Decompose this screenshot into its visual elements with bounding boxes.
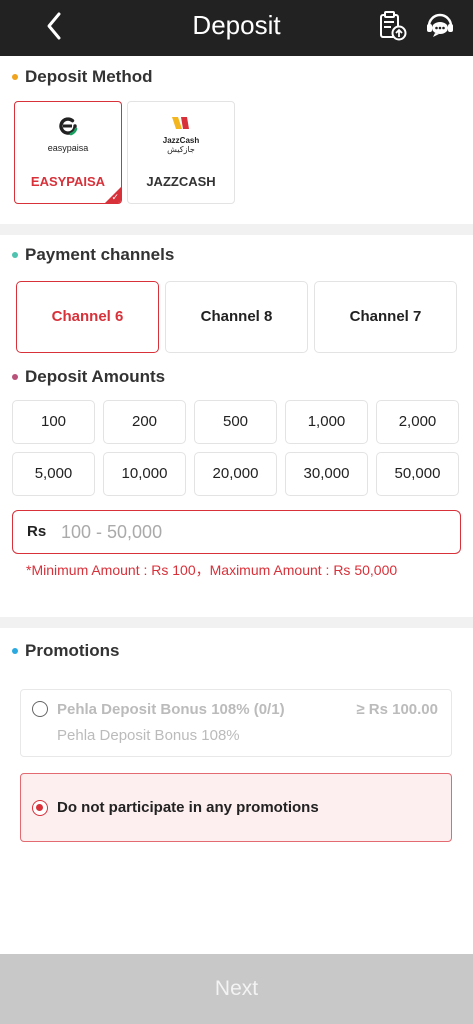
- header-bar: Deposit: [0, 0, 473, 56]
- amount-option[interactable]: 30,000: [285, 452, 368, 496]
- amount-option[interactable]: 500: [194, 400, 277, 444]
- promo-option-first-deposit[interactable]: Pehla Deposit Bonus 108% (0/1) ≥ Rs 100.…: [20, 689, 452, 757]
- section-dot-icon: [12, 252, 18, 258]
- promo-option-none[interactable]: Do not participate in any promotions: [20, 773, 452, 842]
- radio-button-selected[interactable]: [32, 800, 48, 816]
- jazzcash-logo-text: JazzCash: [162, 135, 200, 145]
- amount-limits-note: *Minimum Amount : Rs 100，Maximum Amount …: [26, 562, 398, 578]
- amount-option[interactable]: 5,000: [12, 452, 95, 496]
- amount-input[interactable]: [61, 517, 441, 547]
- channel-8-button[interactable]: Channel 8: [165, 281, 308, 353]
- method-jazzcash-label: JAZZCASH: [146, 174, 216, 189]
- jazzcash-logo-urdu: جازکیش: [167, 144, 195, 154]
- promo-name: Do not participate in any promotions: [57, 799, 319, 816]
- payment-channels-heading: Payment channels: [12, 245, 174, 265]
- deposit-amounts-heading: Deposit Amounts: [12, 367, 165, 387]
- currency-label: Rs: [27, 523, 47, 540]
- next-button[interactable]: Next: [0, 954, 473, 1024]
- amount-option[interactable]: 100: [12, 400, 95, 444]
- jazzcash-logo: JazzCash جازکیش: [128, 110, 234, 158]
- amount-option[interactable]: 1,000: [285, 400, 368, 444]
- deposit-method-title: Deposit Method: [25, 67, 153, 86]
- method-easypaisa[interactable]: easypaisa EASYPAISA ✓: [14, 101, 122, 204]
- amount-option[interactable]: 20,000: [194, 452, 277, 496]
- channel-6-button[interactable]: Channel 6: [16, 281, 159, 353]
- promo-subtitle: Pehla Deposit Bonus 108%: [57, 727, 240, 744]
- amount-option[interactable]: 50,000: [376, 452, 459, 496]
- easypaisa-logo: easypaisa: [15, 110, 121, 158]
- deposit-record-icon[interactable]: [374, 9, 408, 43]
- jazzcash-mark-icon: [172, 116, 189, 129]
- deposit-method-heading: Deposit Method: [12, 67, 153, 87]
- channel-7-button[interactable]: Channel 7: [314, 281, 457, 353]
- radio-button[interactable]: [32, 701, 48, 717]
- check-icon: ✓: [111, 192, 119, 202]
- section-dot-icon: [12, 374, 18, 380]
- deposit-amounts-title: Deposit Amounts: [25, 367, 166, 386]
- amount-input-box[interactable]: Rs: [12, 510, 461, 554]
- section-divider: [0, 224, 473, 235]
- section-dot-icon: [12, 74, 18, 80]
- section-dot-icon: [12, 648, 18, 654]
- payment-channels-title: Payment channels: [25, 245, 175, 264]
- promotions-heading: Promotions: [12, 641, 119, 661]
- customer-service-icon[interactable]: [423, 9, 457, 43]
- amount-option[interactable]: 200: [103, 400, 186, 444]
- amount-option[interactable]: 2,000: [376, 400, 459, 444]
- easypaisa-mark-icon: [58, 116, 78, 136]
- section-divider: [0, 617, 473, 628]
- method-jazzcash[interactable]: JazzCash جازکیش JAZZCASH: [127, 101, 235, 204]
- promotions-title: Promotions: [25, 641, 120, 660]
- amount-option[interactable]: 10,000: [103, 452, 186, 496]
- easypaisa-logo-text: easypaisa: [47, 143, 89, 153]
- promo-min-amount: ≥ Rs 100.00: [356, 701, 438, 718]
- promo-name: Pehla Deposit Bonus 108% (0/1): [57, 701, 285, 718]
